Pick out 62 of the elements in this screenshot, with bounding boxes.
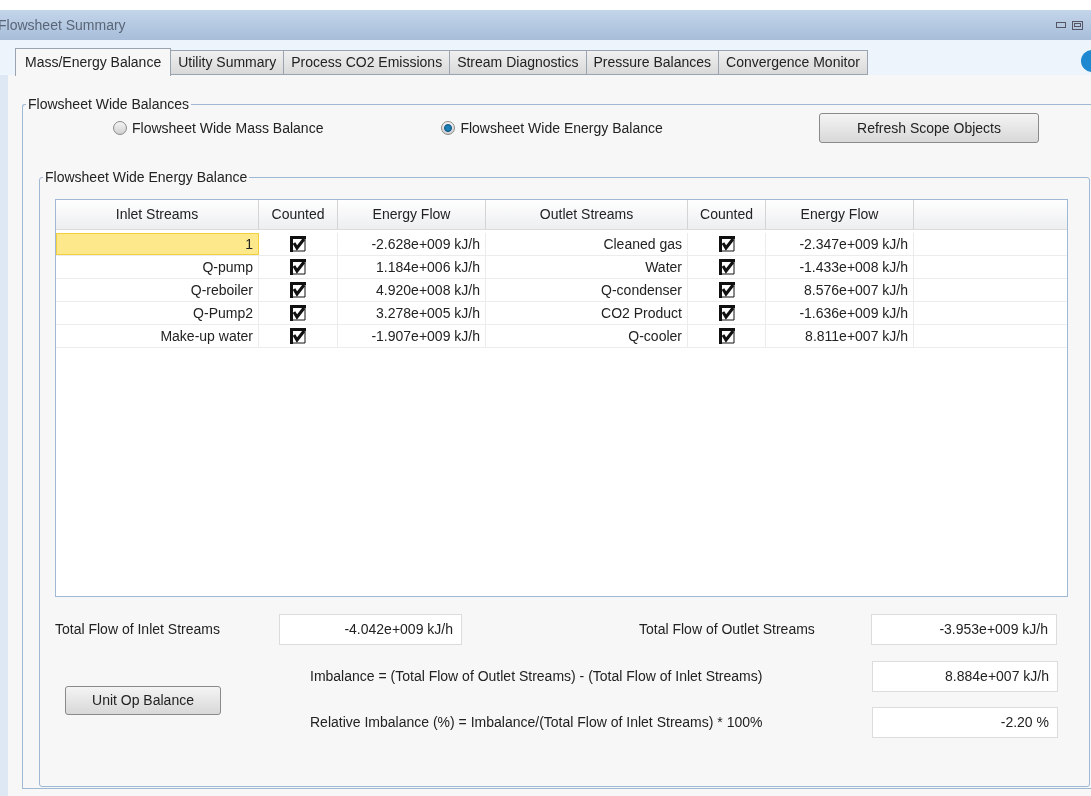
tab[interactable]: Convergence Monitor bbox=[718, 50, 868, 75]
radio-option[interactable]: Flowsheet Wide Energy Balance bbox=[441, 117, 663, 139]
minimize-icon[interactable] bbox=[1056, 22, 1066, 28]
table-cell: 8.811e+007 kJ/h bbox=[766, 325, 914, 347]
checkbox[interactable] bbox=[290, 282, 306, 298]
radio-button[interactable] bbox=[441, 121, 456, 135]
table-cell: Q-cooler bbox=[486, 325, 688, 347]
checkbox[interactable] bbox=[290, 305, 306, 321]
table-cell: Q-condenser bbox=[486, 279, 688, 301]
radio-button[interactable] bbox=[113, 121, 127, 135]
table-cell: -2.628e+009 kJ/h bbox=[338, 233, 486, 255]
checkbox[interactable] bbox=[290, 236, 306, 252]
restore-icon[interactable] bbox=[1072, 20, 1083, 30]
field-label: Relative Imbalance (%) = Imbalance/(Total Flow of Inlet Streams) * 100% bbox=[310, 713, 764, 732]
group-title: Flowsheet Wide Balances bbox=[26, 96, 192, 112]
table-cell: Make-up water bbox=[56, 325, 259, 347]
table-cell: CO2 Product bbox=[486, 302, 688, 324]
table-cell: Q-reboiler bbox=[56, 279, 259, 301]
table-cell: Cleaned gas bbox=[486, 233, 688, 255]
radio-option[interactable]: Flowsheet Wide Mass Balance bbox=[113, 117, 324, 139]
group-title: Flowsheet Wide Energy Balance bbox=[43, 169, 250, 185]
table-cell: 1.184e+006 kJ/h bbox=[338, 256, 486, 278]
checkbox[interactable] bbox=[718, 282, 735, 298]
checkbox[interactable] bbox=[718, 259, 735, 275]
field-label: Imbalance = (Total Flow of Outlet Streams) - (Total Flow of Inlet Streams) bbox=[310, 667, 764, 686]
checkbox[interactable] bbox=[718, 328, 735, 344]
table-cell: -1.636e+009 kJ/h bbox=[766, 302, 914, 324]
tab[interactable]: Mass/Energy Balance bbox=[15, 48, 172, 76]
refresh-button[interactable]: Refresh Scope Objects bbox=[819, 113, 1039, 143]
column-header[interactable]: Outlet Streams bbox=[486, 200, 688, 229]
tab[interactable]: Stream Diagnostics bbox=[449, 50, 587, 75]
table-cell: Q-pump bbox=[56, 256, 259, 278]
tab[interactable]: Process CO2 Emissions bbox=[283, 50, 451, 75]
table-cell: Water bbox=[486, 256, 688, 278]
table-cell: Q-Pump2 bbox=[56, 302, 259, 324]
table-cell: 4.920e+008 kJ/h bbox=[338, 279, 486, 301]
table-cell: -1.907e+009 kJ/h bbox=[338, 325, 486, 347]
window-title: Flowsheet Summary bbox=[0, 15, 126, 35]
tab[interactable]: Pressure Balances bbox=[585, 50, 720, 75]
column-header[interactable]: Energy Flow bbox=[766, 200, 914, 229]
unit-op-balance-button[interactable]: Unit Op Balance bbox=[65, 686, 221, 715]
tab[interactable]: Utility Summary bbox=[170, 50, 285, 75]
checkbox[interactable] bbox=[290, 328, 306, 344]
checkbox[interactable] bbox=[290, 259, 306, 275]
value-field[interactable]: 8.884e+007 kJ/h bbox=[872, 661, 1058, 692]
value-field[interactable]: -3.953e+009 kJ/h bbox=[871, 614, 1057, 645]
table-cell: 8.576e+007 kJ/h bbox=[766, 279, 914, 301]
column-header[interactable]: Counted bbox=[259, 200, 338, 229]
table-cell: 3.278e+005 kJ/h bbox=[338, 302, 486, 324]
value-field[interactable]: -2.20 % bbox=[872, 707, 1058, 738]
table-cell: -2.347e+009 kJ/h bbox=[766, 233, 914, 255]
table-cell: 1 bbox=[56, 233, 259, 255]
field-label: Total Flow of Outlet Streams bbox=[639, 620, 816, 639]
table-cell: -1.433e+008 kJ/h bbox=[766, 256, 914, 278]
column-header[interactable]: Counted bbox=[688, 200, 766, 229]
column-header[interactable]: Inlet Streams bbox=[56, 200, 259, 229]
checkbox[interactable] bbox=[718, 236, 735, 252]
column-header[interactable]: Energy Flow bbox=[338, 200, 486, 229]
field-label: Total Flow of Inlet Streams bbox=[55, 620, 221, 639]
value-field[interactable]: -4.042e+009 kJ/h bbox=[279, 614, 462, 645]
checkbox[interactable] bbox=[718, 305, 735, 321]
info-icon[interactable] bbox=[1081, 50, 1091, 72]
